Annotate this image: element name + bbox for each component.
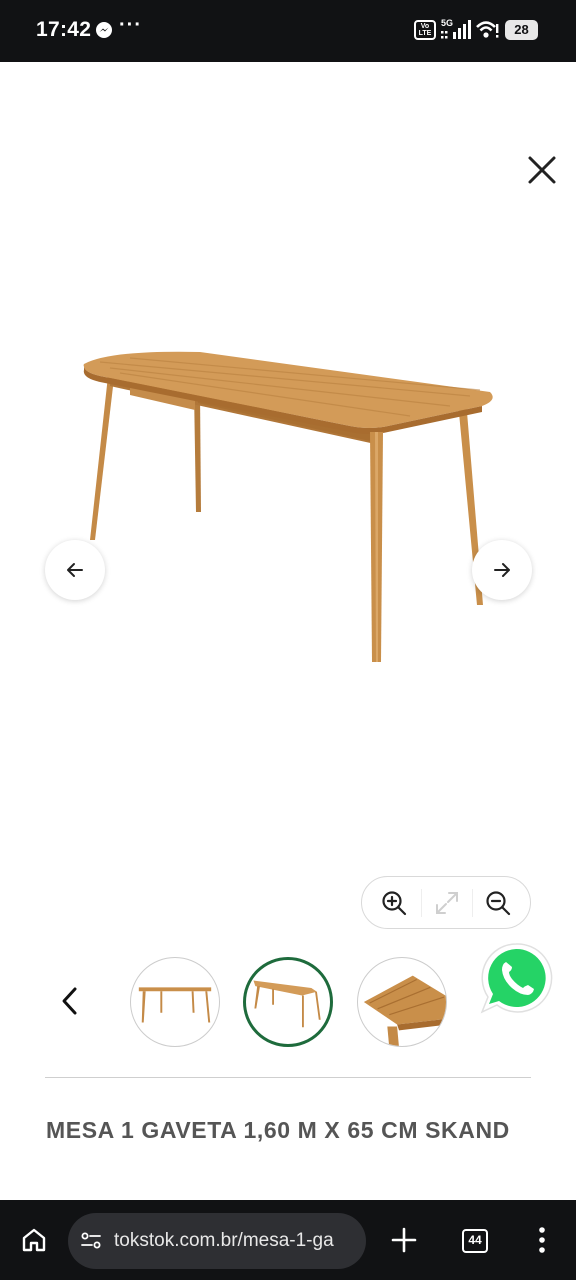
zoom-divider xyxy=(421,889,422,917)
signal-icon: 5G xyxy=(441,18,471,39)
home-icon[interactable] xyxy=(20,1226,48,1254)
app-screen: 17:42 ··· Vo LTE 5G 28 MESA 1 GAVETA 1,6… xyxy=(0,0,576,1280)
zoom-divider xyxy=(472,889,473,917)
thumbnail-detail-image xyxy=(363,975,446,1046)
arrow-right-icon xyxy=(494,563,510,577)
thumbnail-angle[interactable] xyxy=(243,957,333,1047)
more-vert-icon[interactable] xyxy=(532,1226,552,1254)
url-text: tokstok.com.br/mesa-1-ga xyxy=(114,1230,334,1251)
close-icon[interactable] xyxy=(522,150,562,190)
expand-icon[interactable] xyxy=(433,889,461,917)
browser-toolbar: tokstok.com.br/mesa-1-ga 44 xyxy=(0,1200,576,1280)
product-title: MESA 1 GAVETA 1,60 M X 65 CM SKAND xyxy=(46,1117,510,1143)
status-more-indicator: ··· xyxy=(119,14,142,36)
volte-icon: Vo LTE xyxy=(414,20,436,40)
site-settings-icon[interactable] xyxy=(80,1230,102,1252)
gallery-next-button[interactable] xyxy=(472,540,532,600)
status-bar: 17:42 ··· Vo LTE 5G 28 xyxy=(0,0,576,62)
battery-icon: 28 xyxy=(505,20,538,40)
zoom-in-icon[interactable] xyxy=(380,889,408,917)
gallery-prev-button[interactable] xyxy=(45,540,105,600)
divider xyxy=(45,1077,531,1078)
status-time: 17:42 xyxy=(36,18,92,41)
thumbnail-detail[interactable] xyxy=(357,957,447,1047)
whatsapp-icon[interactable] xyxy=(478,940,554,1016)
chevron-left-icon[interactable] xyxy=(56,984,84,1018)
thumbnail-angle-image xyxy=(253,980,321,1028)
zoom-out-icon[interactable] xyxy=(484,889,512,917)
thumbnail-front[interactable] xyxy=(130,957,220,1047)
messenger-icon xyxy=(96,22,112,38)
zoom-controls xyxy=(361,876,531,929)
tabs-icon[interactable]: 44 xyxy=(462,1229,488,1253)
network-label: 5G xyxy=(441,18,453,28)
product-image xyxy=(83,351,493,662)
arrow-left-icon xyxy=(67,563,83,577)
plus-icon[interactable] xyxy=(390,1226,418,1254)
thumbnail-front-image xyxy=(138,987,212,1023)
address-bar[interactable]: tokstok.com.br/mesa-1-ga xyxy=(68,1213,366,1269)
wifi-icon xyxy=(476,21,499,38)
